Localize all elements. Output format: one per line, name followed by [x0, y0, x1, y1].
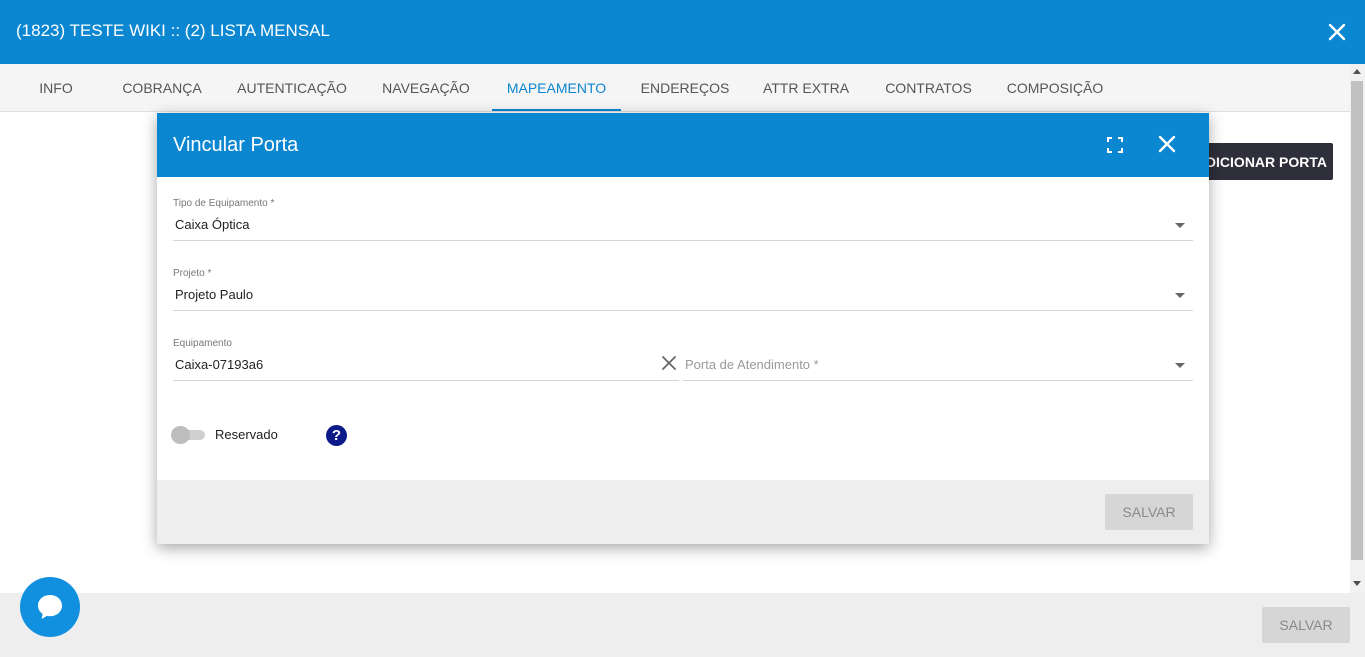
equipment-type-value: Caixa Óptica — [175, 217, 250, 232]
tab-cobranca[interactable]: COBRANÇA — [112, 64, 212, 111]
field-underline — [173, 310, 1193, 311]
equipment-label: Equipamento — [173, 338, 232, 349]
project-select[interactable]: Projeto * Projeto Paulo — [173, 268, 1193, 311]
window-header: (1823) TESTE WIKI :: (2) LISTA MENSAL — [0, 0, 1365, 64]
chat-icon — [38, 595, 62, 619]
page-scrollbar[interactable] — [1350, 64, 1365, 593]
clear-icon[interactable] — [661, 355, 677, 371]
app-root: (1823) TESTE WIKI :: (2) LISTA MENSAL IN… — [0, 0, 1365, 657]
close-icon[interactable] — [1325, 20, 1349, 44]
tab-contratos[interactable]: CONTRATOS — [876, 64, 981, 111]
equipment-type-label: Tipo de Equipamento * — [173, 198, 275, 209]
page-save-button[interactable]: SALVAR — [1262, 607, 1350, 643]
dialog-footer: SALVAR — [157, 480, 1209, 544]
scroll-up-arrow-icon[interactable] — [1353, 69, 1361, 74]
service-port-placeholder: Porta de Atendimento * — [685, 357, 819, 372]
field-underline — [173, 380, 679, 381]
tab-navegacao[interactable]: NAVEGAÇÃO — [370, 64, 482, 111]
chevron-down-icon[interactable] — [1175, 363, 1185, 368]
project-value: Projeto Paulo — [175, 287, 254, 302]
dialog-close-icon[interactable] — [1156, 133, 1178, 155]
equipment-type-select[interactable]: Tipo de Equipamento * Caixa Óptica — [173, 198, 1193, 241]
reserved-toggle[interactable] — [171, 426, 207, 444]
tab-enderecos[interactable]: ENDEREÇOS — [633, 64, 737, 111]
tab-composicao[interactable]: COMPOSIÇÃO — [996, 64, 1114, 111]
chat-widget-button[interactable] — [20, 577, 80, 637]
tab-bar: INFO COBRANÇA AUTENTICAÇÃO NAVEGAÇÃO MAP… — [0, 64, 1350, 112]
scroll-thumb[interactable] — [1351, 81, 1363, 560]
field-underline — [173, 240, 1193, 241]
chevron-down-icon[interactable] — [1175, 293, 1185, 298]
reserved-label: Reservado — [215, 427, 278, 442]
scroll-down-arrow-icon[interactable] — [1353, 581, 1361, 586]
window-title: (1823) TESTE WIKI :: (2) LISTA MENSAL — [16, 21, 330, 40]
service-port-select[interactable]: Porta de Atendimento * — [683, 338, 1193, 381]
equipment-value: Caixa-07193a6 — [175, 357, 264, 372]
link-port-dialog: Vincular Porta Tipo de Equipamento * Cai… — [157, 113, 1209, 544]
equipment-select[interactable]: Equipamento Caixa-07193a6 — [173, 338, 679, 381]
fullscreen-icon[interactable] — [1106, 136, 1124, 154]
dialog-title: Vincular Porta — [173, 134, 299, 156]
tab-autenticacao[interactable]: AUTENTICAÇÃO — [228, 64, 356, 111]
project-label: Projeto * — [173, 268, 212, 279]
tab-mapeamento[interactable]: MAPEAMENTO — [492, 64, 621, 111]
chevron-down-icon[interactable] — [1175, 223, 1185, 228]
page-footer: SALVAR — [0, 593, 1365, 657]
field-underline — [683, 380, 1193, 381]
tab-attr-extra[interactable]: ATTR EXTRA — [752, 64, 860, 111]
toggle-knob — [171, 426, 190, 444]
tab-info[interactable]: INFO — [24, 64, 88, 111]
dialog-save-button[interactable]: SALVAR — [1105, 494, 1193, 530]
help-icon[interactable]: ? — [326, 425, 347, 446]
dialog-header: Vincular Porta — [157, 113, 1209, 177]
